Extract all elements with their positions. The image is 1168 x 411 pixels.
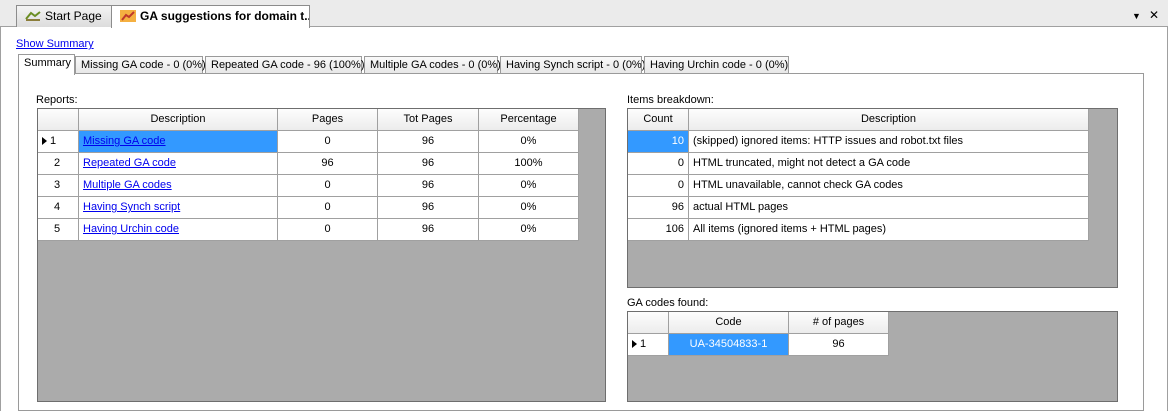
report-percentage-cell[interactable]: 0%	[479, 175, 579, 197]
start-page-tab[interactable]: Start Page	[16, 5, 114, 27]
tab-multiple-ga-codes[interactable]: Multiple GA codes - 0 (0%)	[364, 56, 501, 74]
report-percentage-cell[interactable]: 100%	[479, 153, 579, 175]
report-pages-cell[interactable]: 0	[278, 131, 378, 153]
start-page-tab-label: Start Page	[45, 9, 102, 23]
report-tot-pages-cell[interactable]: 96	[378, 197, 479, 219]
report-tot-pages-cell[interactable]: 96	[378, 131, 479, 153]
report-tot-pages-cell[interactable]: 96	[378, 153, 479, 175]
row-header[interactable]: 2	[38, 153, 79, 175]
report-percentage-cell[interactable]: 0%	[479, 197, 579, 219]
report-pages-cell[interactable]: 0	[278, 197, 378, 219]
tab-missing-ga-code[interactable]: Missing GA code - 0 (0%)	[75, 56, 206, 74]
ga-codes-corner-header	[628, 312, 669, 334]
tab-summary[interactable]: Summary	[18, 54, 75, 75]
ga-suggestions-tab-label: GA suggestions for domain t...	[140, 9, 310, 23]
report-percentage-cell[interactable]: 0%	[479, 219, 579, 241]
breakdown-count-cell[interactable]: 0	[628, 175, 689, 197]
breakdown-description-cell[interactable]: All items (ignored items + HTML pages)	[689, 219, 1089, 241]
start-page-icon	[25, 11, 41, 21]
ga-code-cell[interactable]: UA-34504833-1	[669, 334, 789, 356]
report-description-cell[interactable]: Multiple GA codes	[79, 175, 278, 197]
reports-header-tot-pages[interactable]: Tot Pages	[378, 109, 479, 131]
report-tot-pages-cell[interactable]: 96	[378, 219, 479, 241]
report-pages-cell[interactable]: 0	[278, 219, 378, 241]
report-link-repeated-ga-code[interactable]: Repeated GA code	[83, 157, 176, 169]
breakdown-description-cell[interactable]: HTML unavailable, cannot check GA codes	[689, 175, 1089, 197]
report-description-cell[interactable]: Having Urchin code	[79, 219, 278, 241]
report-pages-cell[interactable]: 0	[278, 175, 378, 197]
ga-suggestions-tab[interactable]: GA suggestions for domain t...	[111, 5, 310, 28]
document-tab-strip: Start Page GA suggestions for domain t..…	[0, 0, 1168, 28]
reports-grid[interactable]: Description Pages Tot Pages Percentage 1…	[37, 108, 606, 402]
reports-label: Reports:	[36, 94, 78, 106]
report-pages-cell[interactable]: 96	[278, 153, 378, 175]
reports-header-pages[interactable]: Pages	[278, 109, 378, 131]
reports-corner-header	[38, 109, 79, 131]
report-link-having-urchin-code[interactable]: Having Urchin code	[83, 223, 179, 235]
items-breakdown-grid[interactable]: Count Description 10 (skipped) ignored i…	[627, 108, 1118, 288]
report-tot-pages-cell[interactable]: 96	[378, 175, 479, 197]
tab-list-dropdown-icon[interactable]: ▼	[1132, 10, 1141, 22]
breakdown-count-cell[interactable]: 0	[628, 153, 689, 175]
ga-code-pages-cell[interactable]: 96	[789, 334, 889, 356]
current-row-arrow-icon	[42, 137, 47, 145]
report-description-cell[interactable]: Having Synch script	[79, 197, 278, 219]
row-header[interactable]: 1	[628, 334, 669, 356]
row-header[interactable]: 1	[38, 131, 79, 153]
items-breakdown-label: Items breakdown:	[627, 94, 714, 106]
current-row-arrow-icon	[632, 340, 637, 348]
ga-codes-header-code[interactable]: Code	[669, 312, 789, 334]
report-link-missing-ga-code[interactable]: Missing GA code	[83, 135, 166, 147]
tab-having-synch-script[interactable]: Having Synch script - 0 (0%)	[500, 56, 645, 74]
tab-having-urchin-code[interactable]: Having Urchin code - 0 (0%)	[644, 56, 789, 74]
breakdown-count-cell[interactable]: 10	[628, 131, 689, 153]
breakdown-description-cell[interactable]: HTML truncated, might not detect a GA co…	[689, 153, 1089, 175]
tab-repeated-ga-code[interactable]: Repeated GA code - 96 (100%)	[205, 56, 364, 74]
reports-header-percentage[interactable]: Percentage	[479, 109, 579, 131]
breakdown-description-cell[interactable]: (skipped) ignored items: HTTP issues and…	[689, 131, 1089, 153]
row-header[interactable]: 3	[38, 175, 79, 197]
breakdown-count-cell[interactable]: 106	[628, 219, 689, 241]
breakdown-header-description[interactable]: Description	[689, 109, 1089, 131]
report-description-cell[interactable]: Missing GA code	[79, 131, 278, 153]
breakdown-count-cell[interactable]: 96	[628, 197, 689, 219]
ga-codes-grid[interactable]: Code # of pages 1 UA-34504833-1 96	[627, 311, 1118, 402]
close-icon[interactable]: ✕	[1149, 9, 1159, 21]
report-link-having-synch-script[interactable]: Having Synch script	[83, 201, 180, 213]
breakdown-description-cell[interactable]: actual HTML pages	[689, 197, 1089, 219]
breakdown-header-count[interactable]: Count	[628, 109, 689, 131]
report-description-cell[interactable]: Repeated GA code	[79, 153, 278, 175]
show-summary-link[interactable]: Show Summary	[16, 38, 94, 50]
reports-header-description[interactable]: Description	[79, 109, 278, 131]
report-percentage-cell[interactable]: 0%	[479, 131, 579, 153]
ga-codes-label: GA codes found:	[627, 297, 709, 309]
report-link-multiple-ga-codes[interactable]: Multiple GA codes	[83, 179, 172, 191]
row-header[interactable]: 4	[38, 197, 79, 219]
ga-codes-header-pages[interactable]: # of pages	[789, 312, 889, 334]
chart-icon	[120, 10, 136, 22]
row-header[interactable]: 5	[38, 219, 79, 241]
